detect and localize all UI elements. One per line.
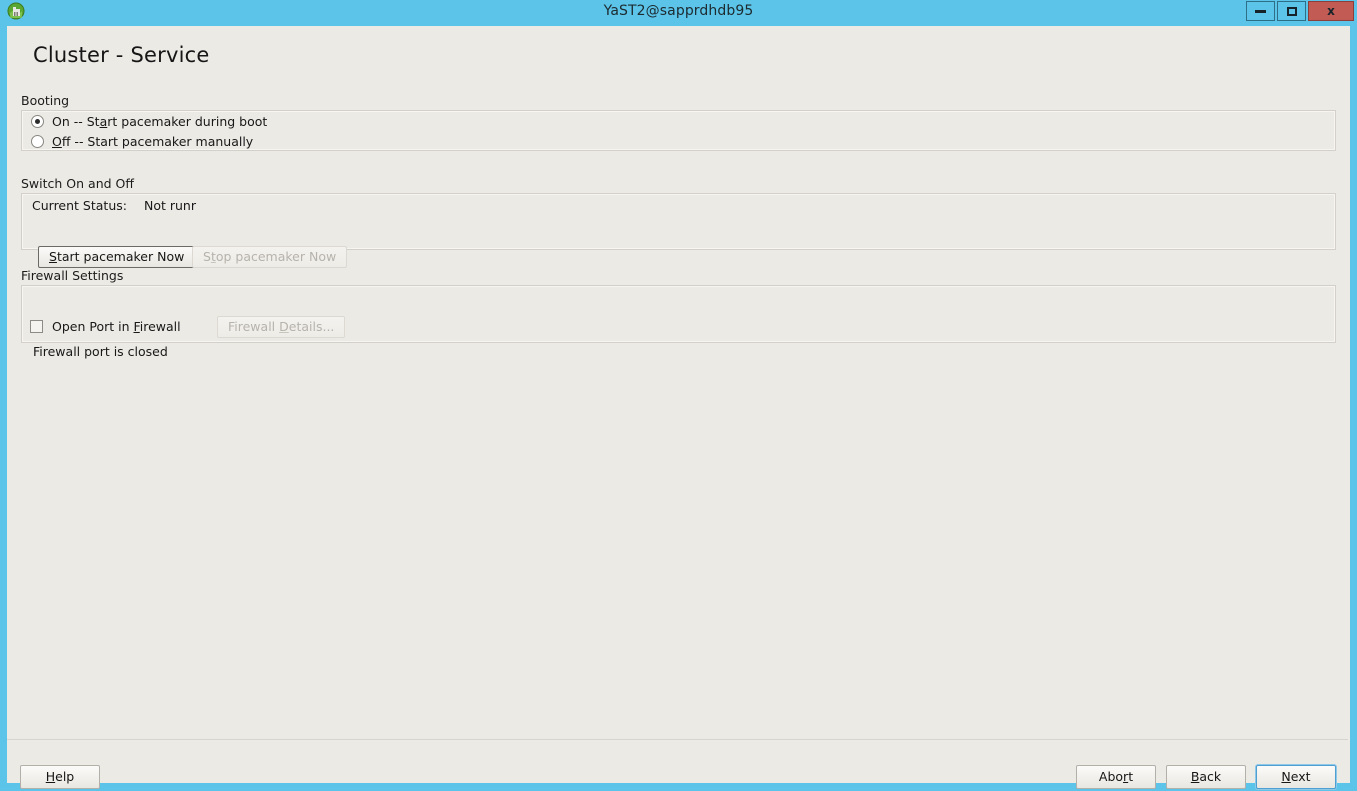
minimize-button[interactable] bbox=[1246, 1, 1275, 21]
radio-off-indicator[interactable] bbox=[31, 135, 44, 148]
radio-boot-on[interactable]: On -- Start pacemaker during boot bbox=[31, 114, 267, 129]
window-title: YaST2@sapprdhdb95 bbox=[603, 3, 754, 19]
switch-group-frame bbox=[21, 193, 1336, 250]
window-controls: x bbox=[1246, 1, 1354, 21]
stop-pacemaker-button: Stop pacemaker Now bbox=[192, 246, 348, 268]
maximize-button[interactable] bbox=[1277, 1, 1306, 21]
firewall-group-label: Firewall Settings bbox=[21, 268, 124, 283]
close-icon: x bbox=[1327, 4, 1335, 18]
next-button[interactable]: Next bbox=[1256, 765, 1336, 789]
footer-separator bbox=[7, 739, 1348, 740]
yast-window: YaST2@sapprdhdb95 x Cluster - Service Bo… bbox=[0, 0, 1357, 791]
close-button[interactable]: x bbox=[1308, 1, 1354, 21]
minimize-icon bbox=[1255, 9, 1266, 13]
maximize-icon bbox=[1286, 6, 1297, 16]
abort-button[interactable]: Abort bbox=[1076, 765, 1156, 789]
radio-on-indicator[interactable] bbox=[31, 115, 44, 128]
window-titlebar: YaST2@sapprdhdb95 x bbox=[0, 0, 1357, 22]
firewall-status-text: Firewall port is closed bbox=[33, 344, 168, 359]
radio-on-label: On -- Start pacemaker during boot bbox=[52, 114, 268, 129]
page-title: Cluster - Service bbox=[33, 43, 210, 67]
current-status: Current Status: Not runr bbox=[32, 198, 196, 213]
start-pacemaker-button[interactable]: Start pacemaker Now bbox=[38, 246, 196, 268]
checkbox-indicator[interactable] bbox=[30, 320, 43, 333]
current-status-label: Current Status: bbox=[32, 198, 127, 213]
back-button[interactable]: Back bbox=[1166, 765, 1246, 789]
dialog-content: Cluster - Service Booting On -- Start pa… bbox=[7, 26, 1350, 789]
open-port-label: Open Port in Firewall bbox=[52, 319, 181, 334]
booting-group-label: Booting bbox=[21, 93, 70, 108]
radio-off-label: Off -- Start pacemaker manually bbox=[52, 134, 254, 149]
radio-boot-off[interactable]: Off -- Start pacemaker manually bbox=[31, 134, 253, 149]
open-port-in-firewall-checkbox[interactable]: Open Port in Firewall bbox=[30, 319, 181, 334]
firewall-details-button: Firewall Details... bbox=[217, 316, 346, 338]
current-status-value: Not runr bbox=[143, 198, 196, 213]
switch-group-label: Switch On and Off bbox=[21, 176, 134, 191]
help-button[interactable]: Help bbox=[20, 765, 100, 789]
